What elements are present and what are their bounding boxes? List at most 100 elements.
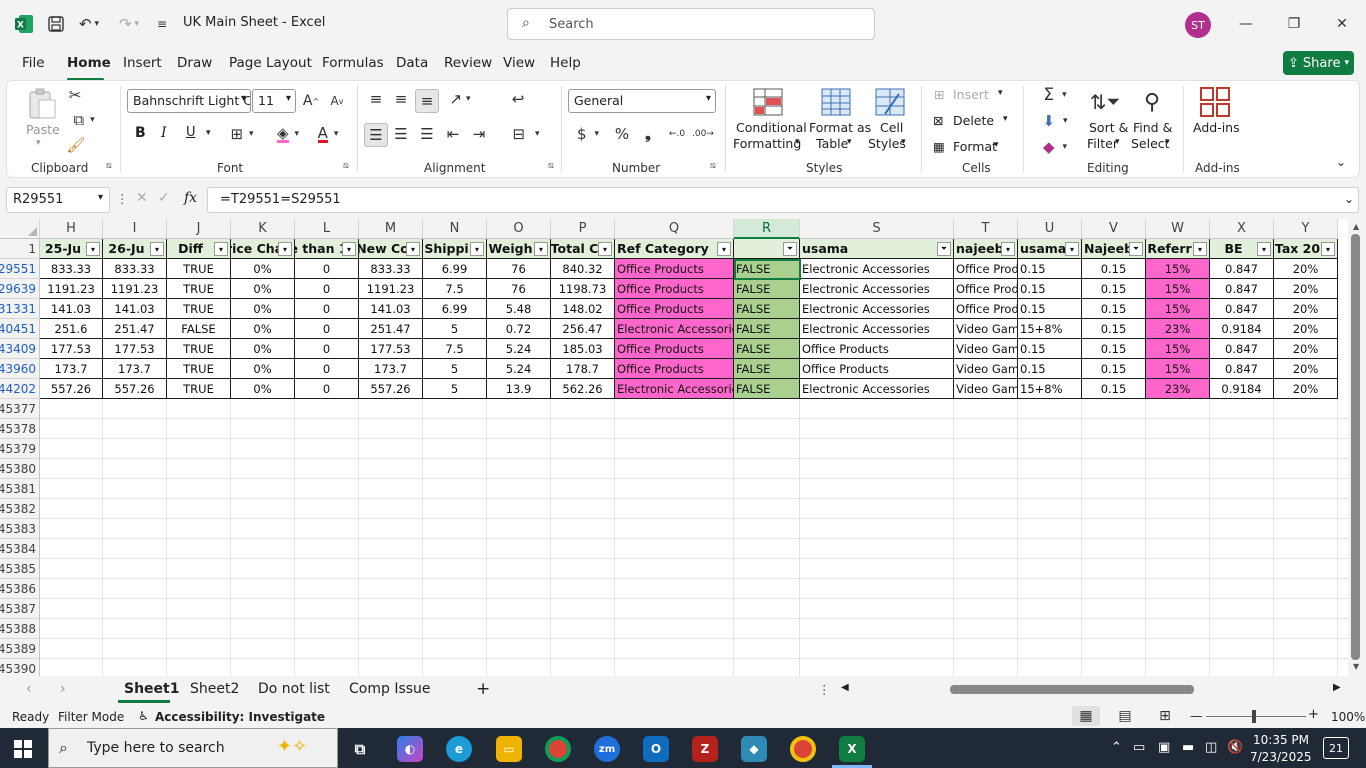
row-header[interactable]: 45385 bbox=[0, 559, 40, 579]
tab-data[interactable]: Data bbox=[396, 55, 428, 71]
insert-cells-label[interactable]: Insert bbox=[953, 87, 989, 102]
grid-cell[interactable]: 173.7 bbox=[103, 359, 167, 379]
align-bottom-icon[interactable]: ≡ bbox=[415, 89, 439, 113]
display-icon[interactable]: ▣ bbox=[1158, 740, 1170, 755]
grid-cell[interactable]: FALSE bbox=[734, 299, 800, 319]
grid-cell[interactable]: FALSE bbox=[734, 339, 800, 359]
conditional-formatting-icon[interactable] bbox=[752, 86, 784, 118]
grid-cell[interactable]: 0.15 bbox=[1082, 319, 1146, 339]
column-header-i[interactable]: I bbox=[103, 219, 167, 239]
tab-home[interactable]: Home bbox=[67, 55, 111, 71]
filter-applied-icon[interactable]: ⏷ bbox=[783, 242, 797, 256]
find-select-label-1[interactable]: Find & bbox=[1133, 120, 1172, 135]
grid-cell[interactable]: 5 bbox=[423, 359, 487, 379]
zoom-slider-thumb[interactable] bbox=[1252, 710, 1256, 723]
network-icon[interactable]: ◫ bbox=[1205, 740, 1217, 755]
grid-cell[interactable]: 557.26 bbox=[359, 379, 423, 399]
header-cell[interactable]: 26-Ju ▾ bbox=[103, 239, 167, 259]
grid-cell[interactable]: 833.33 bbox=[40, 259, 103, 279]
grid-cell[interactable]: 557.26 bbox=[103, 379, 167, 399]
number-launcher-icon[interactable]: ⧅ bbox=[710, 161, 716, 171]
enter-icon[interactable]: ✓ bbox=[158, 190, 170, 206]
grid-cell[interactable]: 0.9184 bbox=[1210, 379, 1274, 399]
row-header[interactable]: 45380 bbox=[0, 459, 40, 479]
header-cell[interactable]: BE ▾ bbox=[1210, 239, 1274, 259]
grid-cell[interactable]: 0.15 bbox=[1082, 279, 1146, 299]
orientation-icon[interactable]: ↗ ▾ bbox=[445, 89, 475, 109]
grid-cell[interactable]: 148.02 bbox=[551, 299, 615, 319]
show-hidden-icons-icon[interactable]: ⌃ bbox=[1111, 740, 1122, 755]
grid-cell[interactable]: 0% bbox=[231, 379, 295, 399]
filter-dropdown-icon[interactable]: ▾ bbox=[598, 242, 612, 256]
grid-cell[interactable]: 0.847 bbox=[1210, 359, 1274, 379]
grid-cell[interactable]: 557.26 bbox=[40, 379, 103, 399]
insert-cells-icon[interactable]: ⊞ bbox=[934, 87, 944, 102]
grid-cell[interactable]: 15% bbox=[1146, 279, 1210, 299]
customize-quick-access-icon[interactable]: ≡ bbox=[152, 12, 172, 36]
column-header-h[interactable]: H bbox=[40, 219, 103, 239]
filter-dropdown-icon[interactable]: ▾ bbox=[470, 242, 484, 256]
bold-button[interactable]: B bbox=[135, 125, 146, 141]
row-header[interactable]: 45381 bbox=[0, 479, 40, 499]
font-launcher-icon[interactable]: ⧅ bbox=[343, 161, 349, 171]
grid-cell[interactable]: 0 bbox=[295, 279, 359, 299]
grid-cell[interactable]: Office Products bbox=[615, 299, 734, 319]
column-header-o[interactable]: O bbox=[487, 219, 551, 239]
grid-cell[interactable]: 15% bbox=[1146, 359, 1210, 379]
normal-view-icon[interactable]: ▦ bbox=[1072, 706, 1100, 726]
grid-cell[interactable]: Electronic Accessories bbox=[615, 319, 734, 339]
grid-cell[interactable]: FALSE bbox=[734, 319, 800, 339]
column-header-m[interactable]: M bbox=[359, 219, 423, 239]
filter-dropdown-icon[interactable]: ▾ bbox=[406, 242, 420, 256]
grid-cell[interactable]: Electronic Accessories bbox=[800, 319, 954, 339]
header-cell[interactable]: 25-Ju ▾ bbox=[40, 239, 103, 259]
grid-cell[interactable]: Video Games bbox=[954, 359, 1018, 379]
grid-cell[interactable]: 20% bbox=[1274, 299, 1338, 319]
grid-cell[interactable]: 0.15 bbox=[1082, 259, 1146, 279]
row-header[interactable]: 45379 bbox=[0, 439, 40, 459]
alignment-launcher-icon[interactable]: ⧅ bbox=[548, 161, 554, 171]
grid-cell[interactable]: FALSE bbox=[734, 279, 800, 299]
grid-cell[interactable]: 0.15 bbox=[1018, 299, 1082, 319]
redo-icon[interactable]: ↷ ▾ bbox=[114, 12, 144, 36]
row-header[interactable]: 1 bbox=[0, 239, 40, 259]
grid-cell[interactable]: Video Games bbox=[954, 339, 1018, 359]
grid-cell[interactable]: TRUE bbox=[167, 299, 231, 319]
header-cell[interactable]: ⏷ bbox=[734, 239, 800, 259]
clock-time[interactable]: 10:35 PM bbox=[1253, 733, 1309, 747]
save-icon[interactable] bbox=[44, 12, 68, 36]
zoom-out-icon[interactable]: — bbox=[1190, 708, 1203, 723]
grid-cell[interactable]: 76 bbox=[487, 279, 551, 299]
header-cell[interactable]: najeeb ▾ bbox=[954, 239, 1018, 259]
grid-cell[interactable]: Office Products bbox=[615, 359, 734, 379]
close-window-button[interactable]: ✕ bbox=[1327, 10, 1357, 38]
delete-cells-label[interactable]: Delete bbox=[953, 113, 994, 128]
header-cell[interactable]: Diff ▾ bbox=[167, 239, 231, 259]
grid-cell[interactable]: 0.15 bbox=[1018, 359, 1082, 379]
insert-function-icon[interactable]: fx bbox=[184, 190, 197, 206]
filter-dropdown-icon[interactable]: ▾ bbox=[150, 242, 164, 256]
filter-dropdown-icon[interactable]: ▾ bbox=[534, 242, 548, 256]
grid-cell[interactable]: 1191.23 bbox=[40, 279, 103, 299]
wrap-text-icon[interactable]: ↩ bbox=[508, 89, 528, 109]
increase-font-icon[interactable]: A ^ bbox=[300, 90, 322, 112]
share-button[interactable]: ⇪ Share ▾ bbox=[1283, 51, 1354, 75]
underline-dropdown-icon[interactable]: ▾ bbox=[206, 128, 211, 138]
grid-cell[interactable]: 23% bbox=[1146, 379, 1210, 399]
grid-cell[interactable]: 0.15 bbox=[1082, 359, 1146, 379]
chrome-profile-icon[interactable] bbox=[790, 736, 816, 762]
row-header[interactable]: 43960 bbox=[0, 359, 40, 379]
grid-cell[interactable]: Video Games bbox=[954, 379, 1018, 399]
grid-cell[interactable]: 15% bbox=[1146, 339, 1210, 359]
chevron-down-icon[interactable]: ▾ bbox=[847, 137, 852, 147]
grid-cell[interactable]: 251.47 bbox=[359, 319, 423, 339]
grid-cell[interactable]: 23% bbox=[1146, 319, 1210, 339]
grid-cell[interactable]: 15+8% bbox=[1018, 379, 1082, 399]
grid-cell[interactable]: TRUE bbox=[167, 339, 231, 359]
fill-icon[interactable]: ⬇ ▾ bbox=[1038, 111, 1072, 131]
minimize-button[interactable]: — bbox=[1231, 10, 1261, 38]
undo-icon[interactable]: ↶ ▾ bbox=[74, 12, 104, 36]
outlook-icon[interactable]: O bbox=[643, 736, 669, 762]
column-header-l[interactable]: L bbox=[295, 219, 359, 239]
copy-icon[interactable]: ⧉ ▾ bbox=[66, 111, 102, 129]
